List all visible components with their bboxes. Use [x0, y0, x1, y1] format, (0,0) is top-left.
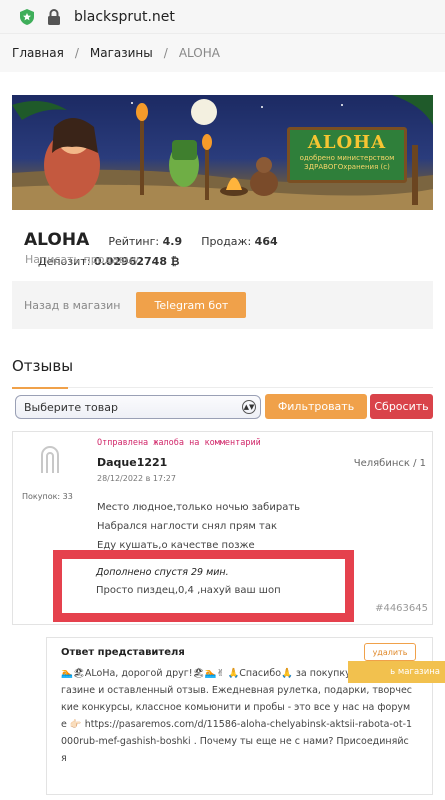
- shield-icon: [20, 8, 34, 25]
- reset-button[interactable]: Сбросить: [370, 394, 433, 419]
- breadcrumb-separator: /: [163, 46, 168, 60]
- write-seller-link[interactable]: Написать продавцу: [25, 253, 139, 266]
- sales-value: 464: [254, 235, 278, 248]
- reply-title: Ответ представителя: [61, 647, 185, 658]
- sales-stat: Продаж: 464: [201, 235, 277, 248]
- product-select-value: Выберите товар: [24, 400, 118, 414]
- avatar-icon: [41, 446, 59, 473]
- shop-name: ALOHA: [24, 230, 90, 250]
- bitcoin-icon: ₿: [170, 255, 180, 268]
- back-to-shop-link[interactable]: Назад в магазин: [24, 299, 120, 312]
- url-text: blacksprut.net: [74, 8, 175, 25]
- rating-stat: Рейтинг: 4.9: [108, 235, 182, 248]
- banner-sign: ALOHA одобрено министерством ЗДРАВОГОхра…: [287, 127, 407, 183]
- complaint-notice: Отправлена жалоба на комментарий: [97, 438, 261, 448]
- breadcrumb: Главная / Магазины / ALOHA: [0, 34, 445, 72]
- banner-tagline: одобрено министерством ЗДРАВОГОхранения …: [299, 154, 395, 171]
- floating-shop-button[interactable]: ь магазина: [348, 661, 445, 683]
- select-chevron-icon: ▲▼: [242, 400, 256, 414]
- review-date: 28/12/2022 в 17:27: [97, 474, 176, 483]
- filter-button[interactable]: Фильтровать: [265, 394, 367, 419]
- review-id: #4463645: [375, 603, 428, 614]
- breadcrumb-shops[interactable]: Магазины: [90, 46, 153, 60]
- purchase-count: Покупок: 33: [22, 492, 73, 501]
- reviews-title: Отзывы: [12, 357, 74, 375]
- shop-actions-panel: Назад в магазин Telegram бот: [12, 281, 433, 329]
- review-city: Челябинск / 1: [353, 458, 426, 469]
- review-addendum-title: Дополнено спустя 29 мин.: [96, 567, 229, 578]
- delete-button[interactable]: удалить: [364, 643, 416, 661]
- browser-url-bar[interactable]: blacksprut.net: [0, 0, 445, 34]
- product-select[interactable]: Выберите товар ▲▼: [15, 395, 261, 419]
- rating-value: 4.9: [162, 235, 183, 248]
- review-addendum-text: Просто пиздец,0,4 ,нахуй ваш шоп: [96, 585, 281, 596]
- lock-icon: [48, 8, 60, 25]
- breadcrumb-home[interactable]: Главная: [12, 46, 64, 60]
- breadcrumb-current: ALOHA: [178, 46, 220, 60]
- breadcrumb-separator: /: [74, 46, 79, 60]
- shop-banner: ALOHA одобрено министерством ЗДРАВОГОхра…: [12, 95, 433, 210]
- rating-label: Рейтинг:: [108, 235, 160, 248]
- banner-brand: ALOHA: [307, 132, 387, 153]
- telegram-bot-button[interactable]: Telegram бот: [136, 292, 247, 318]
- reviews-divider: [12, 387, 433, 389]
- sales-label: Продаж:: [201, 235, 252, 248]
- review-text-line: Место людное,только ночью забирать: [97, 502, 301, 513]
- review-text-line: Набрался наглости снял прям так: [97, 521, 278, 532]
- review-username[interactable]: Daque1221: [97, 456, 167, 469]
